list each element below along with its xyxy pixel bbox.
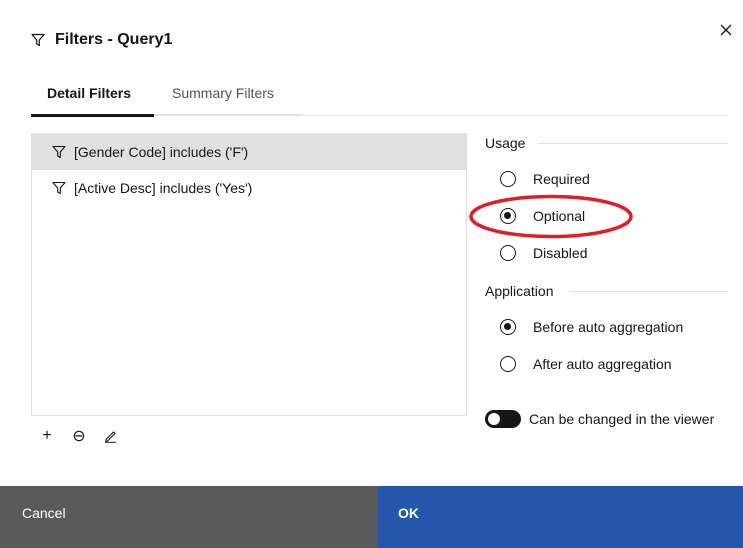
radio-label: Required: [533, 171, 590, 187]
filter-icon: [52, 181, 66, 195]
radio-label: Optional: [533, 208, 586, 224]
dialog-title: Filters - Query1: [55, 31, 173, 48]
filter-expression: [Active Desc] includes ('Yes'): [74, 180, 253, 196]
tab-bar: Detail Filters Summary Filters: [31, 78, 303, 116]
radio-after-auto-aggregation[interactable]: After auto aggregation: [500, 356, 672, 372]
viewer-toggle-row: Can be changed in the viewer: [485, 410, 714, 428]
filter-icon: [52, 145, 66, 159]
application-section-label: Application: [485, 283, 554, 299]
filter-list-toolbar: + ⊖: [38, 424, 120, 448]
filter-list-item[interactable]: [Active Desc] includes ('Yes'): [32, 170, 466, 206]
edit-filter-button[interactable]: [102, 426, 120, 446]
application-section-divider: [570, 291, 728, 292]
filter-list-item[interactable]: [Gender Code] includes ('F'): [32, 134, 466, 170]
filter-expression: [Gender Code] includes ('F'): [74, 144, 249, 160]
radio-button[interactable]: [500, 245, 516, 261]
tab-summary-filters[interactable]: Summary Filters: [172, 85, 274, 101]
viewer-toggle-label: Can be changed in the viewer: [529, 411, 715, 427]
tab-detail-filters[interactable]: Detail Filters: [47, 85, 131, 101]
cancel-button[interactable]: Cancel: [0, 486, 378, 548]
pencil-icon: [105, 431, 116, 443]
usage-section-divider: [538, 143, 728, 144]
radio-optional[interactable]: Optional: [500, 208, 585, 224]
add-filter-button[interactable]: +: [38, 426, 56, 446]
radio-label: Disabled: [533, 245, 588, 261]
close-button[interactable]: [716, 20, 736, 40]
dialog-footer: Cancel OK: [0, 486, 743, 548]
radio-label: After auto aggregation: [533, 356, 672, 372]
viewer-toggle-switch[interactable]: [485, 410, 521, 428]
usage-section-label: Usage: [485, 135, 526, 151]
radio-button[interactable]: [500, 208, 516, 224]
filters-dialog: Filters - Query1 Detail Filters Summary …: [0, 0, 743, 548]
filter-list: [Gender Code] includes ('F') [Active Des…: [31, 133, 467, 416]
tabs-divider: [303, 115, 728, 116]
radio-button[interactable]: [500, 356, 516, 372]
radio-before-auto-aggregation[interactable]: Before auto aggregation: [500, 319, 683, 335]
radio-required[interactable]: Required: [500, 171, 590, 187]
filter-icon: [31, 33, 45, 47]
radio-label: Before auto aggregation: [533, 319, 684, 335]
radio-button[interactable]: [500, 319, 516, 335]
dialog-header: Filters - Query1: [31, 28, 172, 52]
active-tab-indicator: [31, 114, 154, 117]
radio-button[interactable]: [500, 171, 516, 187]
radio-disabled[interactable]: Disabled: [500, 245, 587, 261]
close-icon: [720, 24, 732, 36]
remove-filter-button[interactable]: ⊖: [70, 426, 88, 446]
ok-button[interactable]: OK: [378, 486, 743, 548]
